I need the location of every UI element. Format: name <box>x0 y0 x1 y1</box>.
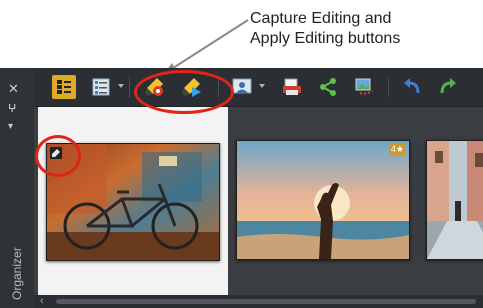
slideshow-icon <box>355 78 373 95</box>
thumbnail-beach[interactable]: 4★ <box>236 140 410 260</box>
app-window: ✕ ⵖ ▾ Organizer 4★ ‹ <box>0 68 483 308</box>
horizontal-scrollbar[interactable]: ‹ <box>34 295 483 308</box>
details-view-button[interactable] <box>89 75 113 99</box>
rating-badge: 4★ <box>388 144 406 155</box>
thumbnail-panel: 4★ <box>34 107 483 295</box>
preview-button[interactable] <box>230 75 254 99</box>
slideshow-button[interactable] <box>352 75 376 99</box>
toolbar-separator <box>388 77 389 97</box>
docked-panel-strip: ✕ ⵖ ▾ Organizer <box>0 68 35 308</box>
print-button[interactable] <box>280 75 304 99</box>
preview-icon <box>232 78 252 94</box>
pin-panel-button[interactable]: ⵖ <box>8 102 16 116</box>
highlight-ellipse-editing-buttons <box>134 70 234 114</box>
panel-menu-button[interactable]: ▾ <box>8 120 13 134</box>
thumbnail-view-button[interactable] <box>52 75 76 99</box>
print-icon <box>283 78 301 95</box>
share-button[interactable] <box>316 75 340 99</box>
rotate-left-icon <box>404 78 420 94</box>
details-view-icon <box>92 78 110 96</box>
highlight-ellipse-edited-badge <box>35 135 81 177</box>
beach-silhouette-photo <box>237 141 409 259</box>
rotate-right-button[interactable] <box>436 75 460 99</box>
thumbnail-street[interactable] <box>426 140 483 260</box>
thumbnail-view-icon <box>57 80 71 94</box>
street-photo <box>427 141 483 259</box>
organizer-toolbar <box>34 68 483 107</box>
share-icon <box>320 78 336 96</box>
close-panel-button[interactable]: ✕ <box>8 82 19 96</box>
scroll-left-arrow[interactable]: ‹ <box>40 295 44 308</box>
rotate-right-icon <box>440 78 456 94</box>
organizer-tab-label[interactable]: Organizer <box>10 247 24 300</box>
rotate-left-button[interactable] <box>400 75 424 99</box>
scroll-track[interactable] <box>56 299 476 304</box>
view-dropdown-caret[interactable] <box>118 84 124 88</box>
toolbar-separator <box>129 77 130 97</box>
preview-dropdown-caret[interactable] <box>259 84 265 88</box>
